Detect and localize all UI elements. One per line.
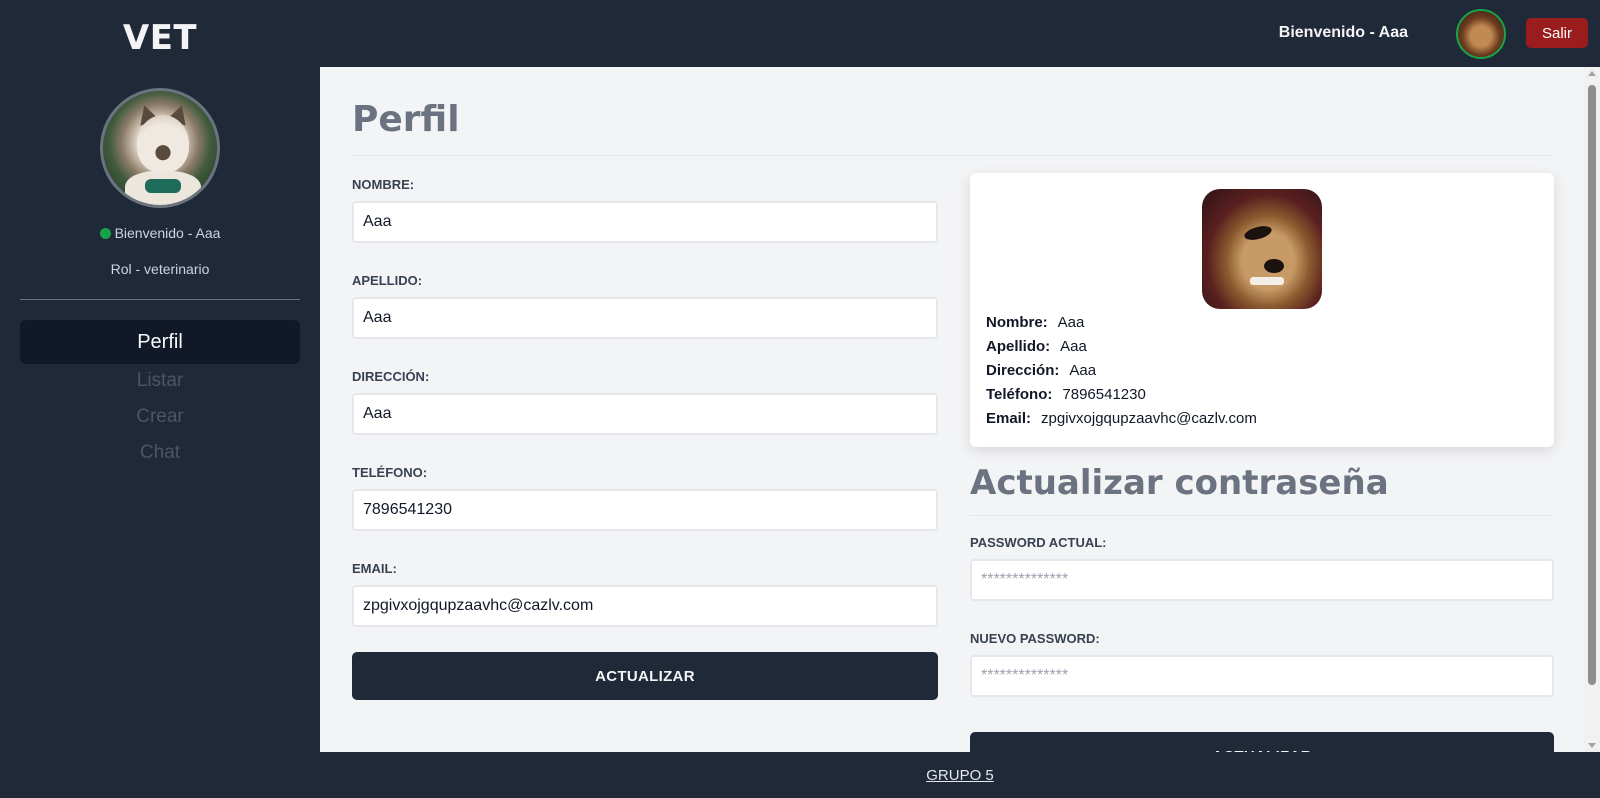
scroll-up-icon[interactable] [1588, 71, 1596, 76]
email-label: EMAIL: [352, 561, 397, 576]
email-input[interactable] [352, 585, 938, 627]
nombre-label: NOMBRE: [352, 177, 415, 192]
card-row-nombre: Nombre: Aaa [986, 314, 1085, 331]
card-row-telefono: Teléfono: 7896541230 [986, 386, 1146, 403]
title-divider [352, 155, 1554, 156]
current-password-label: PASSWORD ACTUAL: [970, 535, 1107, 550]
direccion-input[interactable] [352, 393, 938, 435]
app-logo[interactable]: VET [0, 18, 320, 58]
scroll-thumb[interactable] [1588, 85, 1596, 685]
current-password-input[interactable] [970, 559, 1554, 601]
apellido-input[interactable] [352, 297, 938, 339]
nav-item-chat[interactable]: Chat [20, 442, 300, 464]
footer: GRUPO 5 [0, 752, 1600, 798]
scroll-down-icon[interactable] [1588, 743, 1596, 748]
sidebar-divider [20, 299, 300, 300]
card-row-direccion: Dirección: Aaa [986, 362, 1097, 379]
sidebar-welcome-text: Bienvenido - Aaa [114, 225, 221, 241]
sidebar-welcome: Bienvenido - Aaa [0, 225, 320, 241]
profile-photo [1202, 189, 1322, 309]
main-scrollbar[interactable] [1584, 67, 1600, 752]
sidebar-role: Rol - veterinario [110, 261, 210, 277]
direccion-label: DIRECCIÓN: [352, 369, 430, 384]
sidebar-avatar [100, 88, 220, 208]
card-row-email: Email: zpgivxojgqupzaavhc@cazlv.com [986, 410, 1257, 427]
password-section-title: Actualizar contraseña [970, 463, 1389, 503]
page-title: Perfil [352, 99, 460, 140]
new-password-input[interactable] [970, 655, 1554, 697]
nav-item-perfil[interactable]: Perfil [20, 320, 300, 364]
nombre-input[interactable] [352, 201, 938, 243]
card-row-apellido: Apellido: Aaa [986, 338, 1087, 355]
sidebar: VET Bienvenido - Aaa Rol - veterinario P… [0, 0, 320, 752]
nav-item-crear[interactable]: Crear [20, 406, 300, 428]
apellido-label: APELLIDO: [352, 273, 423, 288]
password-divider [970, 515, 1554, 516]
footer-link[interactable]: GRUPO 5 [926, 767, 994, 784]
profile-card: Nombre: Aaa Apellido: Aaa Dirección: Aaa Te… [970, 173, 1554, 447]
main-content: Perfil NOMBRE: APELLIDO: DIRECCIÓN: TELÉ… [320, 67, 1584, 752]
nav-item-listar[interactable]: Listar [20, 370, 300, 392]
new-password-label: NUEVO PASSWORD: [970, 631, 1100, 646]
telefono-label: TELÉFONO: [352, 465, 428, 480]
topbar-welcome: Bienvenido - Aaa [1278, 24, 1408, 41]
logout-button[interactable]: Salir [1526, 18, 1588, 48]
update-password-button[interactable]: ACTUALIZAR [970, 732, 1554, 752]
update-profile-button[interactable]: ACTUALIZAR [352, 652, 938, 700]
topbar-avatar[interactable] [1456, 9, 1506, 59]
online-status-icon [99, 228, 111, 239]
telefono-input[interactable] [352, 489, 938, 531]
